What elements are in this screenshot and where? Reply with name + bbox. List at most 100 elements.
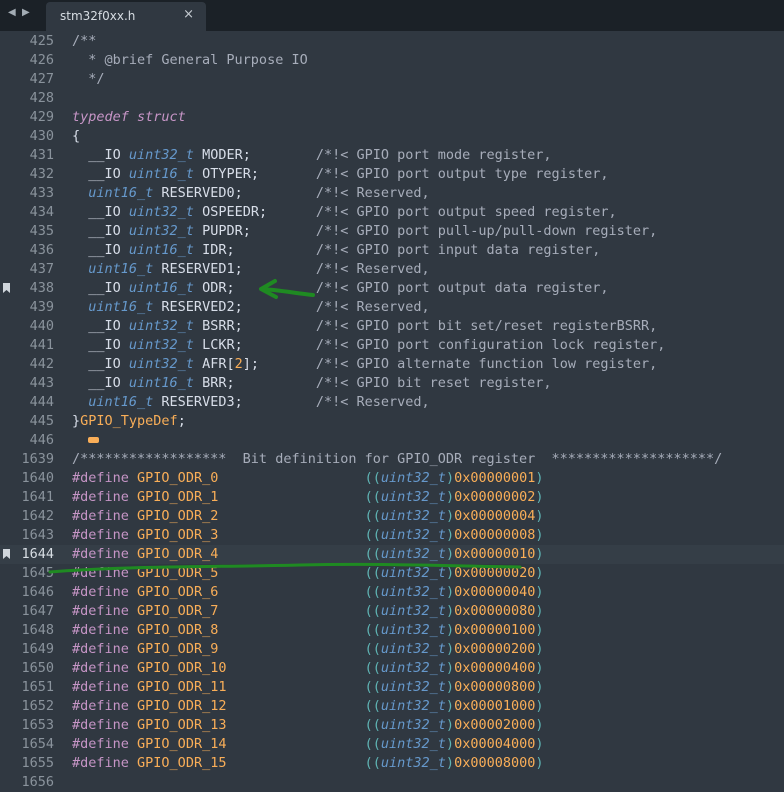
line-number: 434 (29, 204, 54, 220)
code-line[interactable]: 1640 #define GPIO_ODR_0 ((uint32_t)0x0000… (0, 469, 784, 488)
code-token: uint32_t (380, 660, 446, 676)
code-line[interactable]: 1649 #define GPIO_ODR_9 ((uint32_t)0x0000… (0, 640, 784, 659)
code-token: uint16_t (88, 185, 154, 201)
code-line[interactable]: 1641 #define GPIO_ODR_1 ((uint32_t)0x0000… (0, 488, 784, 507)
code-line[interactable]: 433 uint16_t RESERVED0; /*!< Reserved, (0, 184, 784, 203)
code-line[interactable]: 434 __IO uint32_t OSPEEDR; /*!< GPIO por… (0, 203, 784, 222)
code-line[interactable]: 1656 (0, 773, 784, 792)
code-token: uint32_t (380, 470, 446, 486)
code-token: __IO (72, 147, 129, 163)
code-token: uint32_t (128, 204, 194, 220)
code-line[interactable]: 432 __IO uint16_t OTYPER; /*!< GPIO port… (0, 165, 784, 184)
code-token: ) (535, 736, 544, 752)
code-line[interactable]: 1645 #define GPIO_ODR_5 ((uint32_t)0x0000… (0, 564, 784, 583)
code-line[interactable]: 440 __IO uint32_t BSRR; /*!< GPIO port b… (0, 317, 784, 336)
code-token: GPIO_ODR_13 (137, 717, 227, 733)
code-line[interactable]: 442 __IO uint32_t AFR[2]; /*!< GPIO alte… (0, 355, 784, 374)
code-line[interactable]: 439 uint16_t RESERVED2; /*!< Reserved, (0, 298, 784, 317)
code-line[interactable]: 1651 #define GPIO_ODR_11 ((uint32_t)0x000… (0, 678, 784, 697)
line-number: 431 (29, 147, 54, 163)
code-token: (( (364, 717, 381, 733)
code-token: RESERVED3; (153, 394, 316, 410)
code-line[interactable]: 443 __IO uint16_t BRR; /*!< GPIO bit res… (0, 374, 784, 393)
code-token: MODER; (193, 147, 316, 163)
code-token: ) (535, 470, 544, 486)
code-token: (( (364, 527, 381, 543)
code-editor[interactable]: 425/** 426 * @brief General Purpose IO 427… (0, 31, 784, 790)
code-token: RESERVED1; (153, 261, 316, 277)
code-text: __IO uint16_t ODR; /*!< GPIO port output… (72, 279, 608, 298)
code-token: ) (445, 603, 455, 619)
file-tab[interactable]: stm32f0xx.h × (46, 2, 206, 31)
code-line[interactable]: 444 uint16_t RESERVED3; /*!< Reserved, (0, 393, 784, 412)
code-line[interactable]: 1639 /****************** Bit definition f… (0, 450, 784, 469)
tab-nav-left-icon[interactable]: ◀ (8, 7, 16, 18)
fold-marker-icon[interactable] (88, 437, 100, 443)
code-line[interactable]: 1643 #define GPIO_ODR_3 ((uint32_t)0x0000… (0, 526, 784, 545)
code-token: uint16_t (88, 261, 154, 277)
code-text: #define GPIO_ODR_15 ((uint32_t)0x0000800… (72, 754, 543, 773)
code-line[interactable]: 428 (0, 89, 784, 108)
code-token: #define (72, 489, 129, 505)
code-token: GPIO_ODR_9 (137, 641, 219, 657)
code-token: (( (364, 470, 381, 486)
code-line[interactable]: 1647 #define GPIO_ODR_7 ((uint32_t)0x0000… (0, 602, 784, 621)
code-token: ) (535, 527, 544, 543)
code-text: * @brief General Purpose IO (72, 51, 307, 70)
code-line[interactable]: 1650 #define GPIO_ODR_10 ((uint32_t)0x000… (0, 659, 784, 678)
code-line[interactable]: 1646 #define GPIO_ODR_6 ((uint32_t)0x0000… (0, 583, 784, 602)
code-line[interactable]: 445}GPIO_TypeDef; (0, 412, 784, 431)
code-line[interactable]: 430 { (0, 127, 784, 146)
code-line[interactable]: 1654 #define GPIO_ODR_14 ((uint32_t)0x000… (0, 735, 784, 754)
code-token: /*!< Reserved, (315, 185, 430, 201)
code-text: uint16_t RESERVED1; /*!< Reserved, (72, 260, 429, 279)
code-line[interactable]: 446 (0, 431, 784, 450)
code-text: __IO uint16_t BRR; /*!< GPIO bit reset r… (72, 374, 551, 393)
code-text: #define GPIO_ODR_6 ((uint32_t)0x00000040… (72, 583, 544, 602)
code-token: OSPEEDR; (193, 204, 316, 220)
code-line[interactable]: 436 __IO uint16_t IDR; /*!< GPIO port in… (0, 241, 784, 260)
code-token: /*!< GPIO port pull-up/pull-down registe… (315, 223, 658, 239)
code-line[interactable]: 435 __IO uint32_t PUPDR; /*!< GPIO port … (0, 222, 784, 241)
code-line[interactable]: 1653 #define GPIO_ODR_13 ((uint32_t)0x000… (0, 716, 784, 735)
line-number: 1649 (21, 641, 54, 657)
code-line[interactable]: 438 __IO uint16_t ODR; /*!< GPIO port ou… (0, 279, 784, 298)
code-token: uint32_t (128, 223, 194, 239)
code-line[interactable]: 425 /** (0, 32, 784, 51)
close-icon[interactable]: × (183, 7, 194, 22)
code-token: struct (137, 109, 186, 125)
code-token: GPIO_ODR_2 (137, 508, 219, 524)
code-text: #define GPIO_ODR_8 ((uint32_t)0x00000100… (72, 621, 544, 640)
code-line[interactable]: 431 __IO uint32_t MODER; /*!< GPIO port … (0, 146, 784, 165)
code-token: GPIO_ODR_12 (137, 698, 227, 714)
code-text: }GPIO_TypeDef; (72, 412, 186, 431)
code-token: uint32_t (380, 622, 446, 638)
code-line[interactable]: 437 uint16_t RESERVED1; /*!< Reserved, (0, 260, 784, 279)
tab-nav-right-icon[interactable]: ▶ (22, 7, 30, 18)
code-line[interactable]: 441 __IO uint32_t LCKR; /*!< GPIO port c… (0, 336, 784, 355)
code-token: uint32_t (128, 356, 194, 372)
code-line[interactable]: 1652 #define GPIO_ODR_12 ((uint32_t)0x000… (0, 697, 784, 716)
code-token: #define (72, 470, 129, 486)
code-line[interactable]: 1642 #define GPIO_ODR_2 ((uint32_t)0x0000… (0, 507, 784, 526)
code-line[interactable]: 429 typedef struct (0, 108, 784, 127)
code-line[interactable]: 1644 #define GPIO_ODR_4 ((uint32_t)0x0000… (0, 545, 784, 564)
code-line[interactable]: 427 */ (0, 70, 784, 89)
line-number: 441 (29, 337, 54, 353)
code-token: uint16_t (88, 299, 154, 315)
code-line[interactable]: 1648 #define GPIO_ODR_8 ((uint32_t)0x0000… (0, 621, 784, 640)
code-line[interactable]: 1655 #define GPIO_ODR_15 ((uint32_t)0x000… (0, 754, 784, 773)
code-line[interactable]: 426 * @brief General Purpose IO (0, 51, 784, 70)
line-number: 432 (29, 166, 54, 182)
line-number: 429 (29, 109, 54, 125)
code-token: ) (445, 470, 455, 486)
